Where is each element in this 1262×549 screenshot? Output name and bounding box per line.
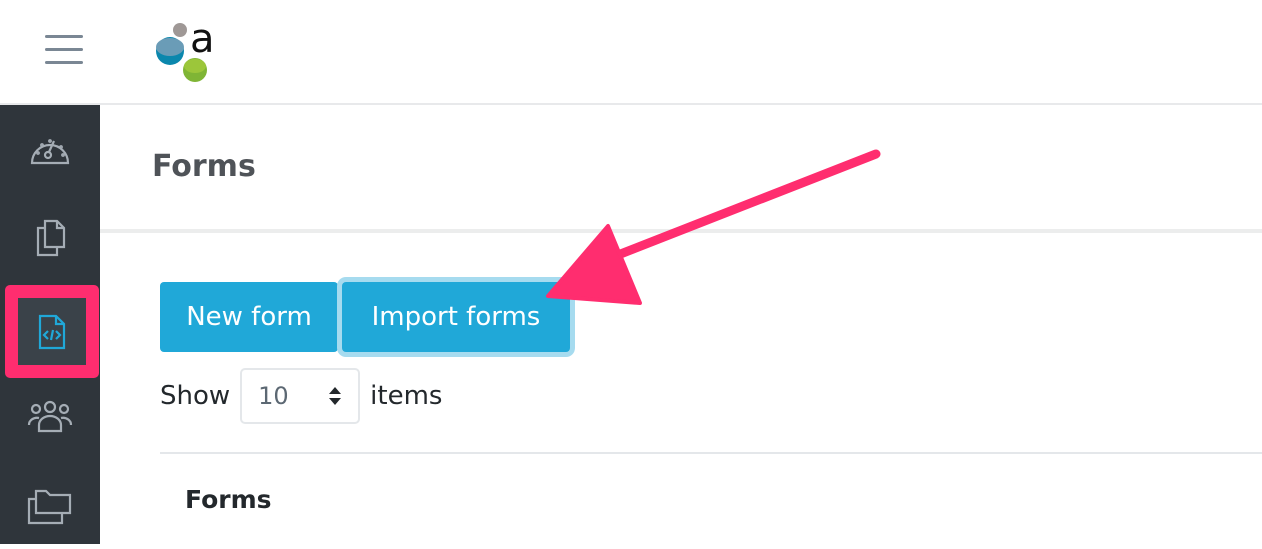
- folders-icon: [27, 489, 72, 525]
- sort-arrows-icon: [329, 387, 342, 405]
- hamburger-icon[interactable]: [45, 35, 83, 65]
- page-size-value: 10: [258, 382, 289, 410]
- code-file-icon: [38, 314, 66, 349]
- dashboard-icon: [30, 139, 70, 165]
- sidebar-item-users[interactable]: [0, 373, 100, 459]
- top-bar: a: [0, 0, 1262, 105]
- divider: [160, 452, 1262, 454]
- sidebar-item-folders[interactable]: [0, 463, 100, 549]
- divider: [100, 229, 1262, 233]
- show-label: Show: [160, 381, 231, 411]
- sidebar-item-documents[interactable]: [0, 195, 100, 281]
- users-group-icon: [27, 400, 73, 433]
- sidebar-item-dashboard[interactable]: [0, 107, 100, 193]
- copy-documents-icon: [36, 219, 66, 257]
- new-form-button[interactable]: New form: [160, 282, 338, 352]
- sidebar-item-forms[interactable]: [5, 285, 99, 378]
- main-content: Forms New form Import forms Show 10 item…: [100, 105, 1262, 544]
- page-size-control: Show 10 items: [160, 368, 442, 424]
- import-forms-button[interactable]: Import forms: [342, 282, 570, 352]
- page-title: Forms: [152, 149, 256, 184]
- table-column-header: Forms: [185, 485, 272, 514]
- logo[interactable]: a: [152, 16, 224, 90]
- sidebar: [0, 105, 100, 544]
- items-label: items: [370, 381, 443, 411]
- logo-letter: a: [190, 18, 215, 62]
- page-size-select[interactable]: 10: [240, 368, 361, 424]
